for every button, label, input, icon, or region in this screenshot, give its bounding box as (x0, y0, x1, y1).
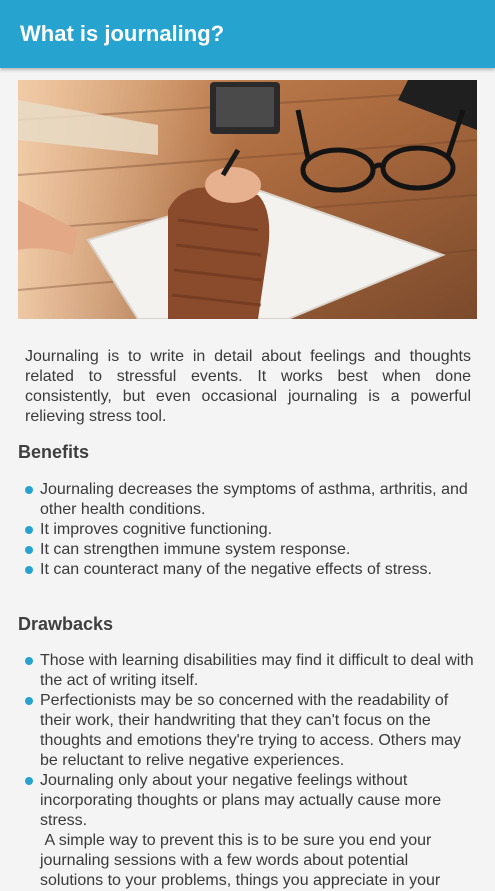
bullet-dot-icon (25, 546, 33, 554)
app-bar: What is journaling? (0, 0, 495, 68)
list-item: It can counteract many of the negative e… (24, 560, 474, 580)
bullet-dot-icon (25, 486, 33, 494)
drawbacks-extra-text: A simple way to prevent this is to be su… (40, 832, 441, 889)
page-title: What is journaling? (20, 21, 225, 46)
list-item: It can strengthen immune system response… (24, 540, 474, 560)
hero-image (18, 80, 477, 319)
drawbacks-heading: Drawbacks (18, 614, 114, 634)
list-item: Those with learning disabilities may fin… (24, 651, 474, 691)
bullet-dot-icon (25, 777, 33, 785)
benefits-heading: Benefits (18, 442, 90, 462)
bullet-dot-icon (25, 526, 33, 534)
bullet-dot-icon (25, 697, 33, 705)
bullet-dot-icon (25, 657, 33, 665)
intro-paragraph: Journaling is to write in detail about f… (25, 348, 471, 425)
list-item: Journaling only about your negative feel… (24, 771, 474, 891)
writing-photo-illustration (18, 80, 477, 319)
drawbacks-list: Those with learning disabilities may fin… (24, 651, 474, 891)
benefits-list: Journaling decreases the symptoms of ast… (24, 480, 474, 580)
list-item: Perfectionists may be so concerned with … (24, 691, 474, 771)
list-item: Journaling decreases the symptoms of ast… (24, 480, 474, 520)
list-item: It improves cognitive functioning. (24, 520, 474, 540)
bullet-dot-icon (25, 566, 33, 574)
